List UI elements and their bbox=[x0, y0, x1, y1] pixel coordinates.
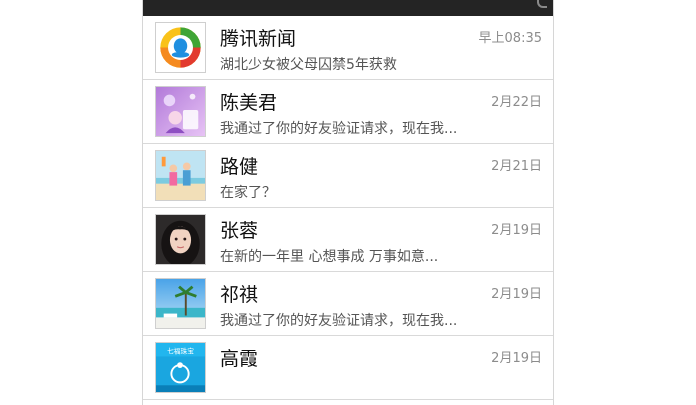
message-time: 2月21日 bbox=[491, 159, 542, 174]
message-preview: 湖北少女被父母囚禁5年获救 bbox=[220, 57, 397, 73]
message-preview: 我通过了你的好友验证请求，现在我... bbox=[220, 313, 458, 329]
contact-name: 腾讯新闻 bbox=[220, 28, 297, 50]
message-time: 2月19日 bbox=[491, 351, 542, 366]
purple-cartoon-avatar-icon bbox=[155, 86, 206, 137]
message-preview: 在家了？ bbox=[220, 185, 276, 201]
message-preview: 在新的一年里 心想事成 万事如意... bbox=[220, 249, 439, 265]
contact-name: 路健 bbox=[220, 156, 259, 178]
jewelry-ad-label: 七福珠宝 bbox=[167, 347, 194, 356]
beach-palm-avatar-icon bbox=[155, 278, 206, 329]
status-bar bbox=[143, 0, 553, 16]
conversation-row[interactable]: 路健 2月21日 在家了？ bbox=[143, 144, 553, 208]
contact-name: 陈美君 bbox=[220, 92, 278, 114]
contact-name: 张蓉 bbox=[220, 220, 259, 242]
chat-list-screen: 腾讯新闻 早上08:35 湖北少女被父母囚禁5年获救 陈美君 2月22日 我通过… bbox=[142, 0, 554, 405]
message-preview: 我通过了你的好友验证请求，现在我... bbox=[220, 121, 458, 137]
girl-portrait-avatar-icon bbox=[155, 214, 206, 265]
conversation-row[interactable]: 陈美君 2月22日 我通过了你的好友验证请求，现在我... bbox=[143, 80, 553, 144]
message-time: 2月22日 bbox=[491, 95, 542, 110]
contact-name: 高霞 bbox=[220, 348, 259, 370]
message-time: 2月19日 bbox=[491, 223, 542, 238]
jewelry-ad-avatar-icon: 七福珠宝 bbox=[155, 342, 206, 393]
screen-background: 腾讯新闻 早上08:35 湖北少女被父母囚禁5年获救 陈美君 2月22日 我通过… bbox=[0, 0, 696, 405]
message-time: 2月19日 bbox=[491, 287, 542, 302]
tencent-news-logo-icon bbox=[155, 22, 206, 73]
conversation-row[interactable]: 张蓉 2月19日 在新的一年里 心想事成 万事如意... bbox=[143, 208, 553, 272]
conversation-row[interactable]: 七福珠宝 高霞 2月19日 bbox=[143, 336, 553, 400]
couple-beach-avatar-icon bbox=[155, 150, 206, 201]
conversation-row[interactable]: 祁祺 2月19日 我通过了你的好友验证请求，现在我... bbox=[143, 272, 553, 336]
contact-name: 祁祺 bbox=[220, 284, 259, 306]
conversation-row[interactable]: 腾讯新闻 早上08:35 湖北少女被父母囚禁5年获救 bbox=[143, 16, 553, 80]
message-time: 早上08:35 bbox=[478, 31, 542, 46]
status-icon bbox=[537, 0, 547, 8]
conversation-list[interactable]: 腾讯新闻 早上08:35 湖北少女被父母囚禁5年获救 陈美君 2月22日 我通过… bbox=[143, 16, 553, 400]
